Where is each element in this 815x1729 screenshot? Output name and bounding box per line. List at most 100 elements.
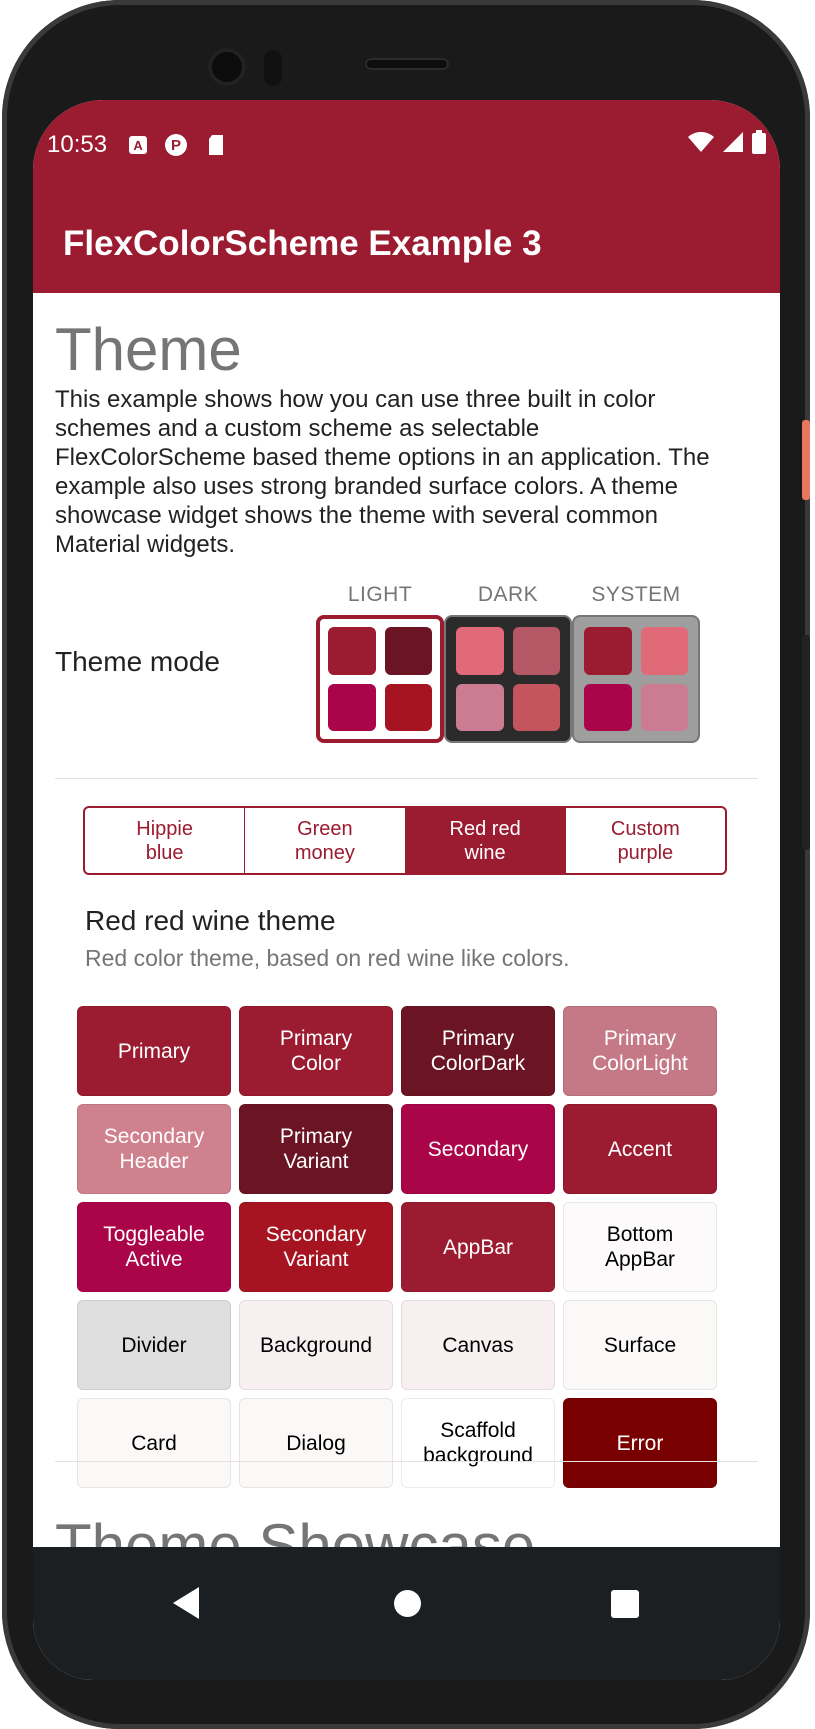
- mode-color-square: [456, 683, 504, 731]
- mode-color-square: [640, 683, 688, 731]
- color-cell-label: Primary: [117, 1039, 191, 1063]
- color-cell-label: Canvas: [442, 1333, 514, 1357]
- theme-showcase-heading: Theme Showcase: [55, 1512, 536, 1547]
- mode-caption: LIGHT: [347, 583, 413, 606]
- color-cell: Toggleable Active: [77, 1202, 231, 1292]
- power-button: [802, 420, 810, 500]
- color-cell-label: Secondary Variant: [265, 1223, 367, 1271]
- color-cell: Divider: [77, 1300, 231, 1390]
- mode-color-square: [384, 627, 432, 675]
- color-cell-label: Accent: [607, 1137, 673, 1161]
- color-cell-label: Secondary Header: [103, 1125, 205, 1173]
- mode-color-square: [456, 627, 504, 675]
- scheme-toggle-label: Green money: [294, 817, 355, 864]
- color-cell-label: Secondary: [427, 1137, 529, 1161]
- theme-mode-dark[interactable]: DARK: [444, 583, 572, 743]
- theme-description: This example shows how you can use three…: [55, 386, 710, 558]
- color-cell: Card: [77, 1398, 231, 1488]
- scheme-toggle-0[interactable]: Hippie blue: [85, 808, 246, 873]
- color-cell: Primary ColorLight: [563, 1006, 717, 1096]
- color-cell: Primary Color: [239, 1006, 393, 1096]
- signal-icon: [722, 131, 744, 160]
- mode-color-square: [328, 627, 376, 675]
- theme-mode-system[interactable]: SYSTEM: [572, 583, 700, 743]
- back-icon[interactable]: [173, 1587, 199, 1619]
- color-cell-label: Toggleable Active: [103, 1223, 205, 1271]
- color-cell: Primary Variant: [239, 1104, 393, 1194]
- sensor-icon: [264, 50, 282, 86]
- color-cell: Secondary Variant: [239, 1202, 393, 1292]
- status-bar: 10:53 A P: [47, 129, 766, 161]
- app-title: FlexColorScheme Example 3: [63, 224, 542, 263]
- wifi-icon: [688, 131, 714, 160]
- color-cell-label: Primary Color: [279, 1027, 353, 1075]
- scheme-toggle-1[interactable]: Green money: [245, 808, 406, 873]
- scheme-description: Red color theme, based on red wine like …: [85, 945, 570, 971]
- color-cell-label: Card: [131, 1431, 177, 1455]
- scheme-toggle-2[interactable]: Red red wine: [405, 808, 566, 873]
- color-cell-label: Divider: [121, 1333, 187, 1357]
- scheme-colors-grid: Primary Primary Color Primary ColorDark Prima…: [77, 1006, 717, 1488]
- scheme-toggle-3[interactable]: Custom purple: [566, 808, 725, 873]
- mode-color-square: [512, 627, 560, 675]
- color-cell-label: Bottom AppBar: [604, 1223, 676, 1271]
- mode-caption: DARK: [477, 583, 539, 606]
- theme-mode-label: Theme mode: [55, 646, 220, 677]
- scheme-toggle-label: Custom purple: [610, 817, 680, 864]
- volume-button: [802, 635, 810, 850]
- color-cell: Secondary: [401, 1104, 555, 1194]
- app-notification-a-icon: A: [129, 136, 148, 154]
- color-cell: Canvas: [401, 1300, 555, 1390]
- sd-card-icon: [205, 134, 227, 156]
- camera-icon: [208, 48, 246, 86]
- status-time: 10:53: [47, 131, 108, 158]
- divider: [55, 1461, 758, 1462]
- mode-swatch-light[interactable]: [316, 615, 444, 743]
- color-cell: Primary ColorDark: [401, 1006, 555, 1096]
- speaker-grille: [365, 58, 449, 70]
- app-bar: 10:53 A P FlexColorScheme Example 3: [33, 100, 780, 293]
- color-cell-label: Primary Variant: [279, 1125, 353, 1173]
- color-cell: Primary: [77, 1006, 231, 1096]
- color-cell: Error: [563, 1398, 717, 1488]
- divider: [55, 778, 758, 779]
- color-cell: Secondary Header: [77, 1104, 231, 1194]
- mode-caption: SYSTEM: [591, 583, 681, 606]
- scheme-name: Red red wine theme: [85, 905, 336, 936]
- screen: 10:53 A P FlexColorScheme Example 3 Them…: [33, 100, 780, 1680]
- color-cell: Scaffold background: [401, 1398, 555, 1488]
- color-cell: Bottom AppBar: [563, 1202, 717, 1292]
- color-cell-label: Surface: [603, 1333, 677, 1357]
- mode-swatch-dark[interactable]: [444, 615, 572, 743]
- color-cell-label: Dialog: [286, 1431, 346, 1455]
- color-cell-label: Primary ColorLight: [592, 1027, 688, 1075]
- scheme-toggle-label: Red red wine: [449, 817, 521, 864]
- mode-color-square: [384, 683, 432, 731]
- color-cell: Dialog: [239, 1398, 393, 1488]
- scheme-toggle-buttons: Hippie blue Green money Red red wine Custom pur…: [83, 806, 727, 875]
- theme-mode-light[interactable]: LIGHT: [316, 583, 444, 743]
- mode-color-square: [584, 683, 632, 731]
- color-cell-label: Background: [259, 1333, 373, 1357]
- mode-color-square: [640, 627, 688, 675]
- color-cell: AppBar: [401, 1202, 555, 1292]
- app-notification-p-icon: P: [165, 134, 188, 156]
- mode-color-square: [512, 683, 560, 731]
- color-cell-label: Error: [616, 1431, 664, 1455]
- scroll-content[interactable]: Theme This example shows how you can use…: [33, 293, 780, 1547]
- mode-color-square: [328, 683, 376, 731]
- home-icon[interactable]: [394, 1590, 421, 1617]
- theme-heading: Theme: [55, 316, 242, 383]
- battery-icon: [752, 129, 766, 161]
- system-nav-bar: [33, 1547, 780, 1680]
- mode-swatch-system[interactable]: [572, 615, 700, 743]
- color-cell-label: AppBar: [442, 1235, 514, 1259]
- scheme-toggle-label: Hippie blue: [136, 817, 193, 864]
- mode-color-square: [584, 627, 632, 675]
- recents-icon[interactable]: [611, 1590, 639, 1618]
- phone-frame: 10:53 A P FlexColorScheme Example 3 Them…: [2, 0, 810, 1729]
- color-cell: Surface: [563, 1300, 717, 1390]
- color-cell: Accent: [563, 1104, 717, 1194]
- color-cell: Background: [239, 1300, 393, 1390]
- color-cell-label: Primary ColorDark: [430, 1027, 526, 1075]
